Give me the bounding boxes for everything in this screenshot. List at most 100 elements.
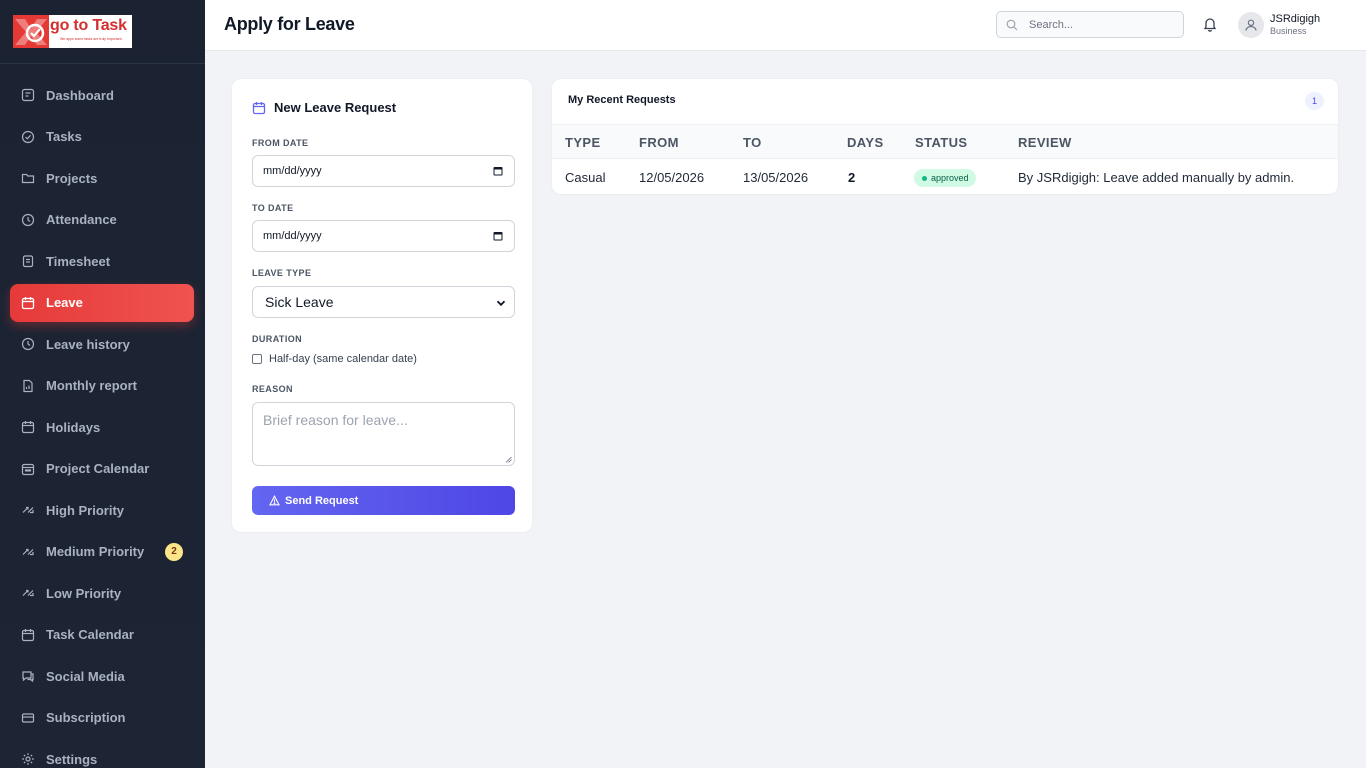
top-header: Apply for Leave JSRdigigh Business	[205, 0, 1366, 51]
sidebar: go to Task We apps some tasks are truly …	[0, 0, 205, 768]
sidebar-item-label: Settings	[46, 751, 98, 767]
from-date-field[interactable]: mm/dd/yyyy	[252, 155, 515, 187]
calendar-grid-icon	[21, 462, 35, 476]
from-date-value: mm/dd/yyyy	[263, 165, 322, 177]
reason-placeholder: Brief reason for leave...	[263, 412, 408, 428]
sidebar-item-label: Project Calendar	[46, 461, 150, 476]
leave-type-select[interactable]: Sick Leave	[252, 286, 515, 318]
duration-label: DURATION	[252, 334, 303, 344]
cell-from: 12/05/2026	[639, 170, 705, 185]
sidebar-item-medium-priority[interactable]: Medium Priority 2	[10, 533, 194, 571]
sidebar-nav: Dashboard Tasks Projects Attendance Time…	[10, 76, 194, 768]
status-text: approved	[931, 173, 969, 183]
column-header-to: TO	[743, 135, 762, 150]
brand-logo[interactable]: go to Task We apps some tasks are truly …	[13, 15, 132, 48]
search-box[interactable]	[996, 11, 1184, 38]
clock-icon	[21, 337, 35, 351]
sidebar-item-holidays[interactable]: Holidays	[10, 408, 194, 446]
requests-count-badge: 1	[1305, 92, 1324, 110]
status-dot-icon	[922, 175, 927, 181]
sidebar-item-monthly-report[interactable]: Monthly report	[10, 367, 194, 405]
avatar[interactable]	[1238, 12, 1264, 38]
cell-to: 13/05/2026	[743, 170, 809, 185]
column-header-days: DAYS	[847, 135, 884, 150]
to-date-field[interactable]: mm/dd/yyyy	[252, 220, 515, 252]
leave-type-value: Sick Leave	[265, 294, 334, 310]
sidebar-item-label: Task Calendar	[46, 627, 134, 642]
check-circle-icon	[21, 130, 35, 144]
folder-icon	[21, 171, 35, 185]
column-header-from: FROM	[639, 135, 679, 150]
calendar-icon	[252, 101, 266, 114]
sidebar-item-label: Social Media	[46, 668, 125, 684]
sidebar-item-subscription[interactable]: Subscription	[10, 699, 194, 737]
sidebar-item-leave[interactable]: Leave	[10, 283, 194, 322]
sidebar-item-tasks[interactable]: Tasks	[10, 118, 194, 156]
user-icon	[1245, 19, 1257, 31]
sidebar-item-social-media[interactable]: Social Media	[10, 657, 194, 695]
user-name[interactable]: JSRdigigh	[1270, 13, 1320, 25]
calendar-picker-icon[interactable]	[493, 166, 503, 176]
sidebar-item-label: Projects	[46, 170, 98, 186]
gear-icon	[21, 752, 35, 766]
logo-mark-icon	[13, 15, 49, 48]
calendar-icon	[21, 628, 35, 642]
cell-review: By JSRdigigh: Leave added manually by ad…	[1018, 170, 1295, 185]
sidebar-item-label: Monthly report	[46, 378, 137, 393]
sidebar-item-timesheet[interactable]: Timesheet	[10, 242, 194, 280]
leave-type-label: LEAVE TYPE	[252, 268, 312, 278]
arrows-icon	[21, 503, 35, 517]
search-input[interactable]	[1029, 16, 1174, 34]
dashboard-icon	[21, 88, 35, 102]
arrows-icon	[21, 586, 35, 600]
recent-requests-title: My Recent Requests	[568, 94, 676, 106]
table-header: TYPE FROM TO DAYS STATUS REVIEW	[552, 124, 1338, 159]
medium-priority-count-badge: 2	[165, 542, 183, 561]
sidebar-item-label: Dashboard	[46, 87, 114, 103]
sidebar-item-dashboard[interactable]: Dashboard	[10, 76, 194, 114]
notification-bell-icon[interactable]	[1203, 16, 1217, 32]
sidebar-item-label: Low Priority	[46, 585, 122, 601]
sidebar-item-label: Holidays	[46, 419, 101, 435]
chat-icon	[21, 669, 35, 683]
to-date-value: mm/dd/yyyy	[263, 230, 322, 242]
report-icon	[21, 379, 35, 393]
sidebar-item-label: High Priority	[46, 502, 125, 518]
reason-textarea[interactable]: Brief reason for leave...	[252, 402, 515, 466]
clock-icon	[21, 213, 35, 227]
cell-type: Casual	[565, 170, 606, 185]
arrows-icon	[21, 545, 35, 559]
resize-handle-icon[interactable]	[505, 456, 512, 463]
reason-label: REASON	[252, 384, 293, 394]
calendar-picker-icon[interactable]	[493, 231, 503, 241]
user-role: Business	[1270, 26, 1307, 36]
half-day-option[interactable]: Half-day (same calendar date)	[252, 353, 417, 365]
form-title: New Leave Request	[252, 100, 396, 115]
column-header-status: STATUS	[915, 135, 968, 150]
recent-requests-card: My Recent Requests 1 TYPE FROM TO DAYS S…	[551, 78, 1339, 195]
page-title: Apply for Leave	[224, 14, 355, 34]
sidebar-item-leave-history[interactable]: Leave history	[10, 325, 194, 363]
brand-name: go to Task	[50, 17, 127, 34]
sidebar-item-projects[interactable]: Projects	[10, 159, 194, 197]
sidebar-item-high-priority[interactable]: High Priority	[10, 491, 194, 529]
send-request-button[interactable]: Send Request	[252, 486, 515, 515]
sidebar-item-settings[interactable]: Settings	[10, 740, 194, 768]
sidebar-item-label: Attendance	[46, 212, 117, 227]
half-day-checkbox[interactable]	[252, 354, 262, 364]
sidebar-item-attendance[interactable]: Attendance	[10, 201, 194, 239]
search-icon	[1006, 19, 1018, 31]
send-request-label: Send Request	[285, 494, 359, 507]
chevron-down-icon	[496, 300, 506, 307]
from-date-label: FROM DATE	[252, 138, 309, 148]
cell-days: 2	[848, 170, 856, 185]
warning-icon	[269, 495, 280, 506]
clipboard-icon	[21, 254, 35, 268]
logo-area: go to Task We apps some tasks are truly …	[0, 0, 205, 64]
column-header-review: REVIEW	[1018, 135, 1072, 150]
sidebar-item-task-calendar[interactable]: Task Calendar	[10, 616, 194, 654]
brand-tagline: We apps some tasks are truly important	[60, 37, 122, 41]
sidebar-item-project-calendar[interactable]: Project Calendar	[10, 450, 194, 488]
sidebar-item-low-priority[interactable]: Low Priority	[10, 574, 194, 612]
status-badge: approved	[914, 169, 976, 187]
